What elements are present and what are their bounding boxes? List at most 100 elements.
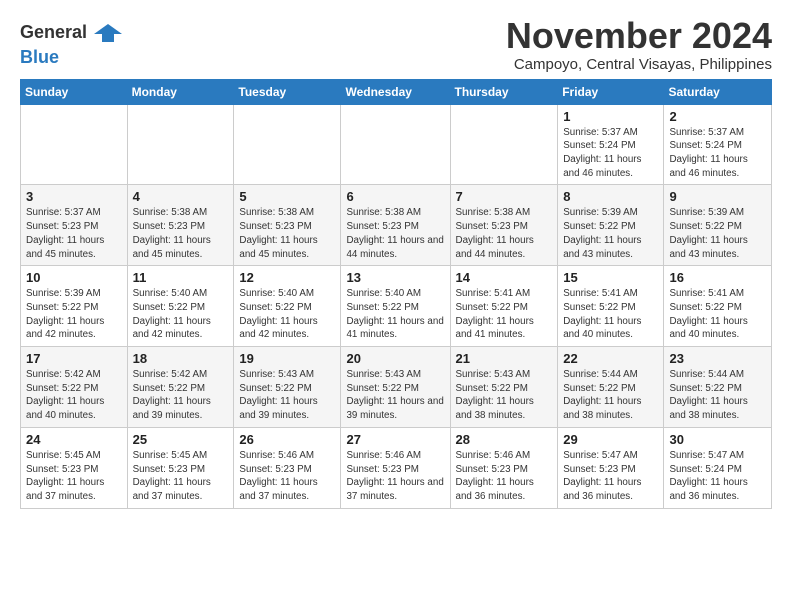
day-info: Sunrise: 5:44 AM Sunset: 5:22 PM Dayligh… — [669, 368, 766, 423]
calendar-header: SundayMondayTuesdayWednesdayThursdayFrid… — [21, 79, 772, 104]
day-info: Sunrise: 5:43 AM Sunset: 5:22 PM Dayligh… — [456, 368, 553, 423]
day-number: 20 — [346, 351, 444, 366]
calendar-cell — [21, 104, 128, 185]
day-number: 24 — [26, 432, 122, 447]
day-info: Sunrise: 5:46 AM Sunset: 5:23 PM Dayligh… — [239, 449, 335, 504]
calendar-cell: 26 Sunrise: 5:46 AM Sunset: 5:23 PM Dayli… — [234, 427, 341, 508]
day-number: 9 — [669, 189, 766, 204]
day-info: Sunrise: 5:40 AM Sunset: 5:22 PM Dayligh… — [133, 287, 229, 342]
weekday-header-tuesday: Tuesday — [234, 79, 341, 104]
day-number: 15 — [563, 270, 658, 285]
day-number: 17 — [26, 351, 122, 366]
day-number: 7 — [456, 189, 553, 204]
day-number: 2 — [669, 109, 766, 124]
calendar-cell: 24Sunrise: 5:45 AM Sunset: 5:23 PM Dayli… — [21, 427, 128, 508]
page: General Blue November 2024 Campoyo, Cent… — [0, 0, 792, 521]
weekday-header-friday: Friday — [558, 79, 664, 104]
day-info: Sunrise: 5:43 AM Sunset: 5:22 PM Dayligh… — [239, 368, 335, 423]
day-number: 6 — [346, 189, 444, 204]
calendar-cell: 20 Sunrise: 5:43 AM Sunset: 5:22 PM Dayli… — [341, 347, 450, 428]
calendar-cell: 30 Sunrise: 5:47 AM Sunset: 5:24 PM Dayli… — [664, 427, 772, 508]
calendar-week-4: 17 Sunrise: 5:42 AM Sunset: 5:22 PM Dayli… — [21, 347, 772, 428]
day-info: Sunrise: 5:46 AM Sunset: 5:23 PM Dayligh… — [346, 449, 444, 504]
calendar-cell: 23Sunrise: 5:44 AM Sunset: 5:22 PM Dayli… — [664, 347, 772, 428]
day-number: 4 — [133, 189, 229, 204]
logo-bird-icon — [94, 20, 122, 48]
weekday-header-wednesday: Wednesday — [341, 79, 450, 104]
day-info: Sunrise: 5:38 AM Sunset: 5:23 PM Dayligh… — [456, 206, 553, 261]
day-info: Sunrise: 5:44 AM Sunset: 5:22 PM Dayligh… — [563, 368, 658, 423]
calendar-cell: 8Sunrise: 5:39 AM Sunset: 5:22 PM Daylig… — [558, 185, 664, 266]
day-number: 3 — [26, 189, 122, 204]
calendar-cell: 13 Sunrise: 5:40 AM Sunset: 5:22 PM Dayli… — [341, 266, 450, 347]
calendar-body: 1Sunrise: 5:37 AM Sunset: 5:24 PM Daylig… — [21, 104, 772, 508]
calendar-cell: 25 Sunrise: 5:45 AM Sunset: 5:23 PM Dayli… — [127, 427, 234, 508]
calendar-cell: 28 Sunrise: 5:46 AM Sunset: 5:23 PM Dayli… — [450, 427, 558, 508]
calendar-cell: 14 Sunrise: 5:41 AM Sunset: 5:22 PM Dayli… — [450, 266, 558, 347]
calendar-cell: 22 Sunrise: 5:44 AM Sunset: 5:22 PM Dayli… — [558, 347, 664, 428]
weekday-row: SundayMondayTuesdayWednesdayThursdayFrid… — [21, 79, 772, 104]
day-number: 30 — [669, 432, 766, 447]
day-number: 5 — [239, 189, 335, 204]
day-info: Sunrise: 5:45 AM Sunset: 5:23 PM Dayligh… — [133, 449, 229, 504]
calendar-cell: 6 Sunrise: 5:38 AM Sunset: 5:23 PM Daylig… — [341, 185, 450, 266]
day-info: Sunrise: 5:47 AM Sunset: 5:24 PM Dayligh… — [669, 449, 766, 504]
day-info: Sunrise: 5:43 AM Sunset: 5:22 PM Dayligh… — [346, 368, 444, 423]
calendar-cell: 10 Sunrise: 5:39 AM Sunset: 5:22 PM Dayli… — [21, 266, 128, 347]
calendar-cell: 29Sunrise: 5:47 AM Sunset: 5:23 PM Dayli… — [558, 427, 664, 508]
day-info: Sunrise: 5:38 AM Sunset: 5:23 PM Dayligh… — [346, 206, 444, 261]
day-number: 22 — [563, 351, 658, 366]
day-number: 13 — [346, 270, 444, 285]
day-info: Sunrise: 5:41 AM Sunset: 5:22 PM Dayligh… — [456, 287, 553, 342]
day-number: 27 — [346, 432, 444, 447]
day-info: Sunrise: 5:37 AM Sunset: 5:24 PM Dayligh… — [563, 126, 658, 181]
calendar-cell: 1Sunrise: 5:37 AM Sunset: 5:24 PM Daylig… — [558, 104, 664, 185]
calendar-cell: 4 Sunrise: 5:38 AM Sunset: 5:23 PM Daylig… — [127, 185, 234, 266]
title-block: November 2024 Campoyo, Central Visayas, … — [506, 16, 772, 73]
weekday-header-thursday: Thursday — [450, 79, 558, 104]
calendar-cell: 15 Sunrise: 5:41 AM Sunset: 5:22 PM Dayli… — [558, 266, 664, 347]
day-info: Sunrise: 5:37 AM Sunset: 5:24 PM Dayligh… — [669, 126, 766, 181]
calendar-cell: 12Sunrise: 5:40 AM Sunset: 5:22 PM Dayli… — [234, 266, 341, 347]
day-info: Sunrise: 5:41 AM Sunset: 5:22 PM Dayligh… — [669, 287, 766, 342]
calendar-cell: 19 Sunrise: 5:43 AM Sunset: 5:22 PM Dayli… — [234, 347, 341, 428]
calendar-cell — [450, 104, 558, 185]
calendar-cell: 2 Sunrise: 5:37 AM Sunset: 5:24 PM Daylig… — [664, 104, 772, 185]
day-number: 14 — [456, 270, 553, 285]
day-info: Sunrise: 5:37 AM Sunset: 5:23 PM Dayligh… — [26, 206, 122, 261]
calendar-cell: 27 Sunrise: 5:46 AM Sunset: 5:23 PM Dayli… — [341, 427, 450, 508]
calendar-cell: 11 Sunrise: 5:40 AM Sunset: 5:22 PM Dayli… — [127, 266, 234, 347]
day-info: Sunrise: 5:41 AM Sunset: 5:22 PM Dayligh… — [563, 287, 658, 342]
logo-blue: Blue — [20, 48, 122, 68]
day-info: Sunrise: 5:46 AM Sunset: 5:23 PM Dayligh… — [456, 449, 553, 504]
day-info: Sunrise: 5:39 AM Sunset: 5:22 PM Dayligh… — [26, 287, 122, 342]
day-number: 28 — [456, 432, 553, 447]
weekday-header-monday: Monday — [127, 79, 234, 104]
header: General Blue November 2024 Campoyo, Cent… — [20, 16, 772, 73]
calendar-table: SundayMondayTuesdayWednesdayThursdayFrid… — [20, 79, 772, 509]
day-info: Sunrise: 5:39 AM Sunset: 5:22 PM Dayligh… — [669, 206, 766, 261]
day-number: 19 — [239, 351, 335, 366]
day-number: 10 — [26, 270, 122, 285]
day-number: 25 — [133, 432, 229, 447]
day-info: Sunrise: 5:40 AM Sunset: 5:22 PM Dayligh… — [346, 287, 444, 342]
day-info: Sunrise: 5:38 AM Sunset: 5:23 PM Dayligh… — [239, 206, 335, 261]
weekday-header-saturday: Saturday — [664, 79, 772, 104]
weekday-header-sunday: Sunday — [21, 79, 128, 104]
day-number: 21 — [456, 351, 553, 366]
calendar-cell — [234, 104, 341, 185]
day-number: 18 — [133, 351, 229, 366]
day-number: 11 — [133, 270, 229, 285]
day-info: Sunrise: 5:38 AM Sunset: 5:23 PM Dayligh… — [133, 206, 229, 261]
calendar-cell: 5 Sunrise: 5:38 AM Sunset: 5:23 PM Daylig… — [234, 185, 341, 266]
day-number: 29 — [563, 432, 658, 447]
calendar-cell — [127, 104, 234, 185]
calendar-week-2: 3 Sunrise: 5:37 AM Sunset: 5:23 PM Daylig… — [21, 185, 772, 266]
calendar-cell: 17Sunrise: 5:42 AM Sunset: 5:22 PM Dayli… — [21, 347, 128, 428]
calendar-cell: 9 Sunrise: 5:39 AM Sunset: 5:22 PM Daylig… — [664, 185, 772, 266]
day-number: 26 — [239, 432, 335, 447]
calendar-cell: 7 Sunrise: 5:38 AM Sunset: 5:23 PM Daylig… — [450, 185, 558, 266]
calendar-cell: 21 Sunrise: 5:43 AM Sunset: 5:22 PM Dayli… — [450, 347, 558, 428]
calendar-cell: 3 Sunrise: 5:37 AM Sunset: 5:23 PM Daylig… — [21, 185, 128, 266]
day-info: Sunrise: 5:42 AM Sunset: 5:22 PM Dayligh… — [133, 368, 229, 423]
